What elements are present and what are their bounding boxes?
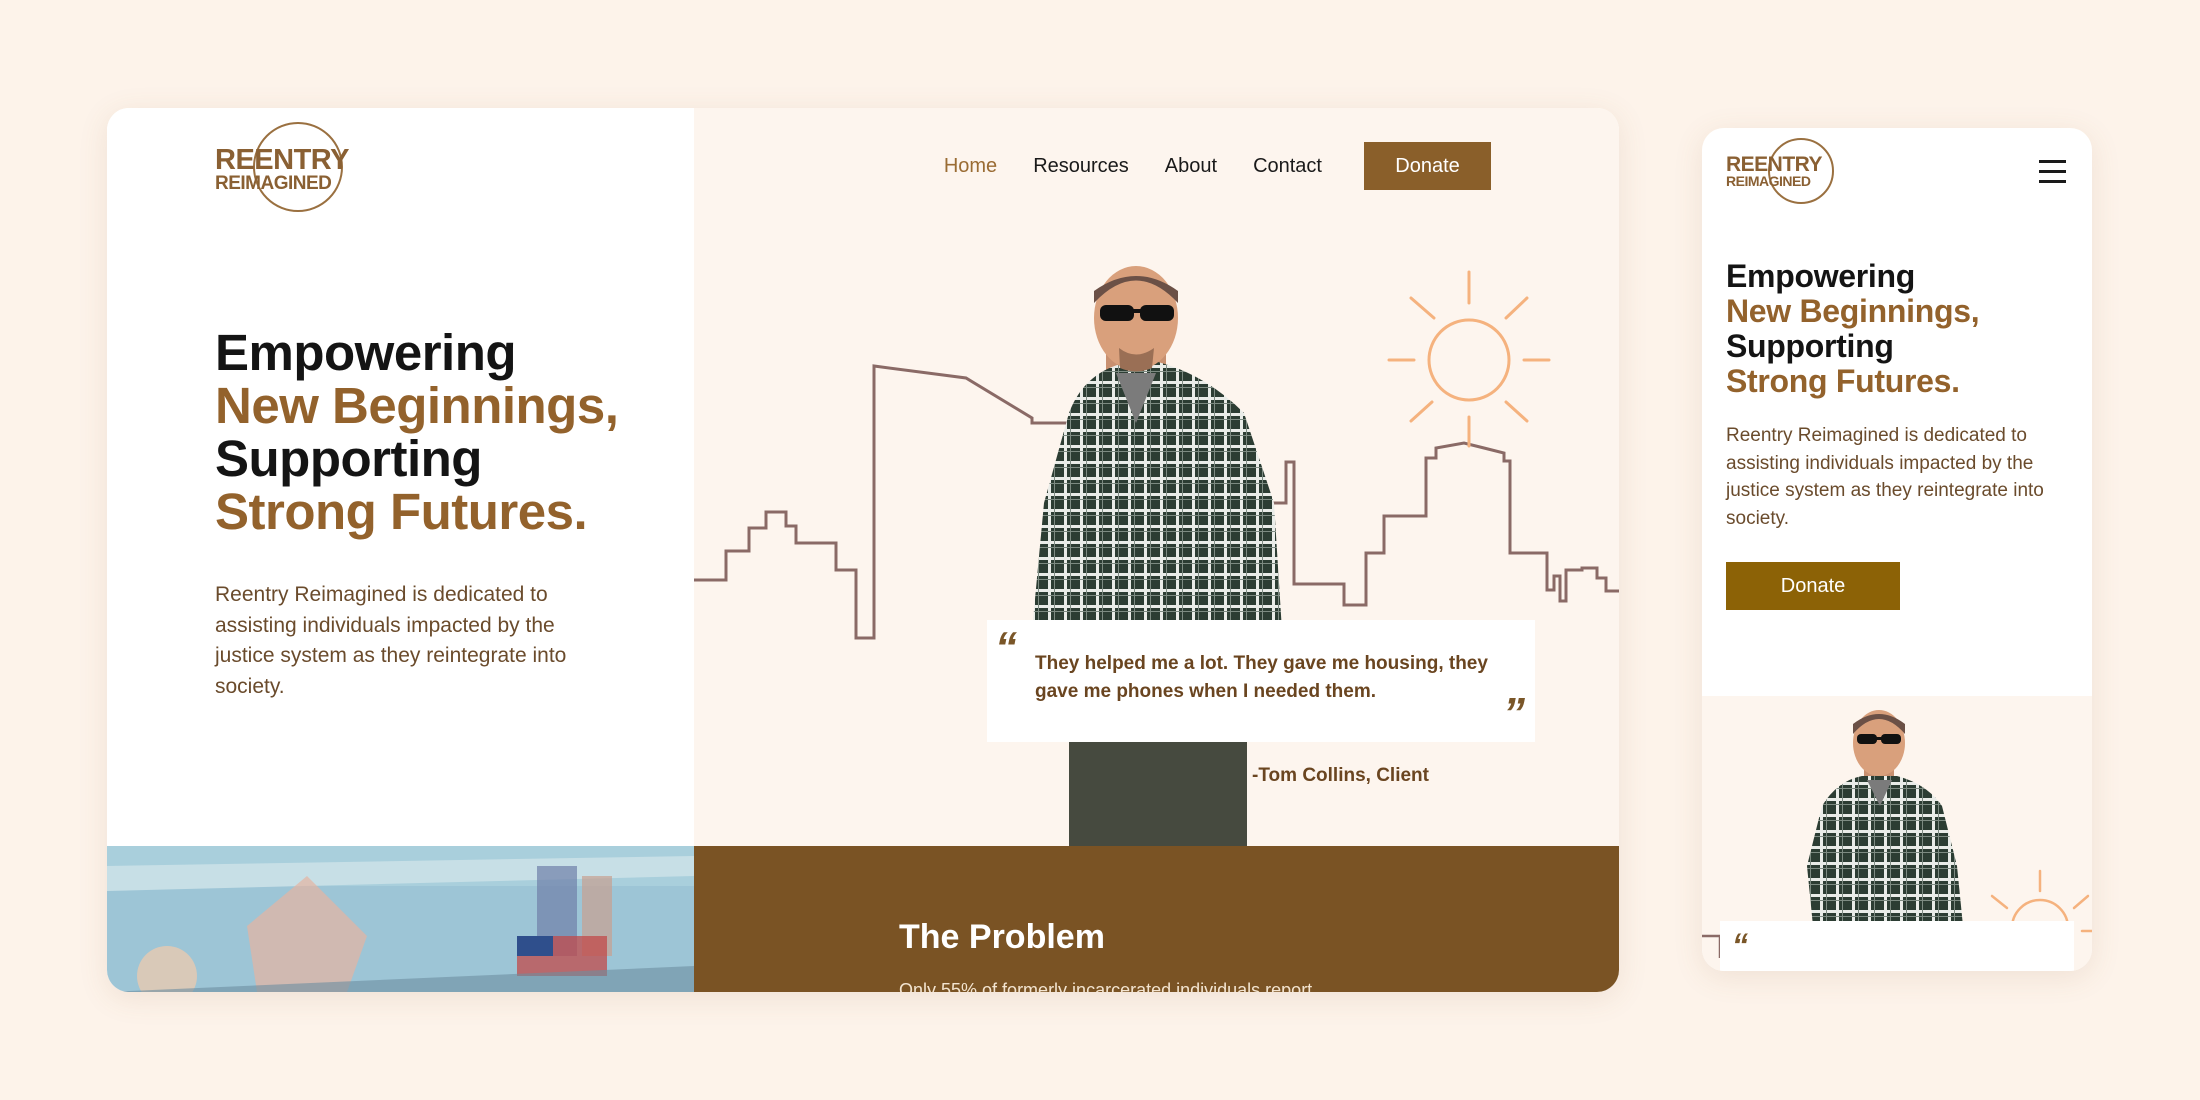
hero-title-line: Strong Futures. <box>1726 363 1960 399</box>
sun-icon <box>1387 270 1551 448</box>
client-photo <box>1029 266 1284 846</box>
logo-line2: REIMAGINED <box>1726 173 1811 189</box>
nav-resources[interactable]: Resources <box>1033 155 1129 178</box>
hero-title-line: Empowering <box>1726 258 1916 294</box>
hero-title-line: Supporting <box>215 430 482 487</box>
testimonial-card: “ They helped me a lot. They gave me hou… <box>987 620 1535 742</box>
mural-image <box>107 846 694 992</box>
hero-title-line: Empowering <box>215 324 517 381</box>
desktop-mockup: REENTRY REIMAGINED Empowering New Beginn… <box>107 108 1619 992</box>
logo-line1: REENTRY <box>215 144 350 176</box>
problem-title: The Problem <box>899 918 1105 956</box>
close-quote-icon: ” <box>1503 689 1525 738</box>
hero-title: Empowering New Beginnings, Supporting St… <box>215 324 619 540</box>
hero-title-line: Supporting <box>1726 328 1894 364</box>
open-quote-icon: “ <box>995 623 1017 672</box>
mobile-site-logo[interactable]: REENTRY REIMAGINED <box>1726 138 1838 208</box>
mobile-hero-description: Reentry Reimagined is dedicated to assis… <box>1726 425 2044 529</box>
nav-contact[interactable]: Contact <box>1253 155 1322 178</box>
testimonial-quote: They helped me a lot. They gave me housi… <box>1035 653 1488 702</box>
hero-title-line: New Beginnings, <box>1726 293 1980 329</box>
testimonial-attribution: -Tom Collins, Client <box>1252 765 1429 786</box>
problem-section: The Problem Only 55% of formerly incarce… <box>694 846 1619 992</box>
mobile-donate-button[interactable]: Donate <box>1726 562 1900 610</box>
open-quote-icon: “ <box>1732 927 1748 963</box>
donate-button[interactable]: Donate <box>1364 142 1491 190</box>
mobile-mockup: REENTRY REIMAGINED Empowering New Beginn… <box>1702 128 2092 971</box>
hero-description: Reentry Reimagined is dedicated to assis… <box>215 583 567 698</box>
nav-home[interactable]: Home <box>944 155 997 178</box>
hamburger-icon[interactable] <box>2039 160 2066 184</box>
mobile-hero-image: “ <box>1702 696 2092 971</box>
hero-title-line: New Beginnings, <box>215 377 619 434</box>
site-logo[interactable]: REENTRY REIMAGINED <box>215 122 365 214</box>
mural-illustration <box>107 846 694 992</box>
logo-line2: REIMAGINED <box>215 173 332 194</box>
mobile-hero-title: Empowering New Beginnings, Supporting St… <box>1726 258 1980 399</box>
main-nav: Home Resources About Contact Donate <box>908 142 1491 190</box>
hero-title-line: Strong Futures. <box>215 483 588 540</box>
nav-about[interactable]: About <box>1165 155 1217 178</box>
hero-left-panel: REENTRY REIMAGINED Empowering New Beginn… <box>107 108 694 846</box>
mobile-testimonial-card: “ <box>1720 921 2074 971</box>
logo-line1: REENTRY <box>1726 153 1823 176</box>
problem-text: Only 55% of formerly incarcerated indivi… <box>899 980 1328 992</box>
